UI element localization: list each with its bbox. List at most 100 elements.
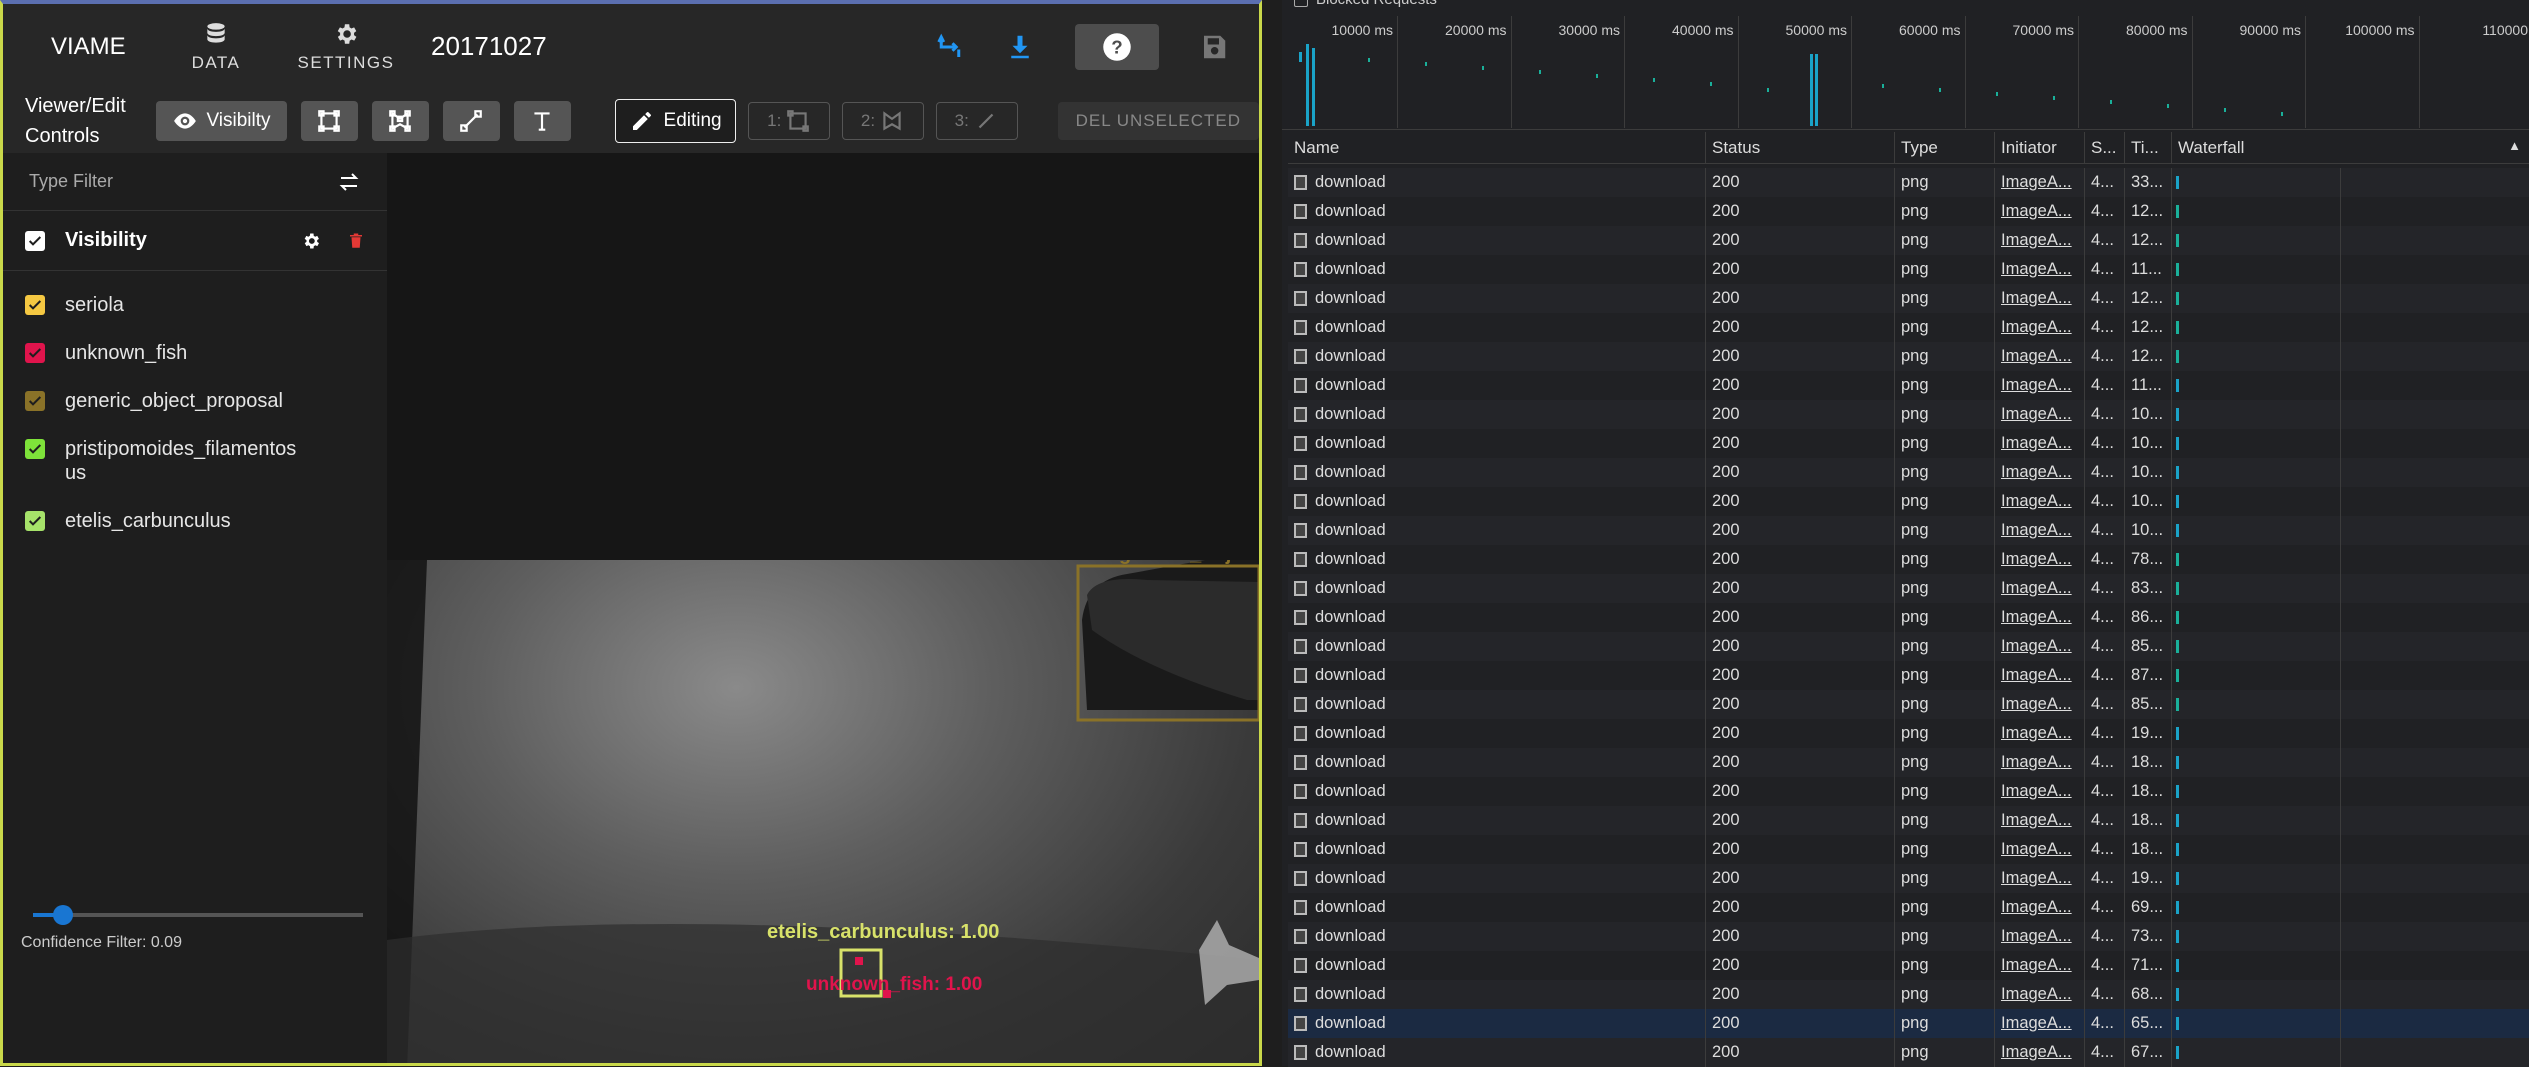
request-initiator[interactable]: ImageA... — [1995, 545, 2085, 574]
network-request-row[interactable]: download 200 png ImageA... 4... 11... — [1288, 371, 2529, 400]
request-initiator[interactable]: ImageA... — [1995, 1038, 2085, 1067]
network-request-row[interactable]: download 200 png ImageA... 4... 69... — [1288, 893, 2529, 922]
request-initiator[interactable]: ImageA... — [1995, 197, 2085, 226]
col-type[interactable]: Type — [1895, 132, 1995, 163]
request-initiator[interactable]: ImageA... — [1995, 284, 2085, 313]
request-initiator[interactable]: ImageA... — [1995, 690, 2085, 719]
confidence-slider[interactable] — [33, 905, 363, 925]
visibility-button[interactable]: Visibilty — [155, 101, 287, 141]
network-request-row[interactable]: download 200 png ImageA... 4... 18... — [1288, 806, 2529, 835]
trash-icon[interactable] — [347, 231, 365, 251]
request-initiator[interactable]: ImageA... — [1995, 371, 2085, 400]
visibility-all-checkbox[interactable] — [25, 230, 45, 251]
network-request-row[interactable]: download 200 png ImageA... 4... 85... — [1288, 690, 2529, 719]
type-item-generic-object-proposal[interactable]: generic_object_proposal — [3, 377, 387, 425]
polygon-tool-button[interactable] — [371, 101, 429, 141]
help-button[interactable]: ? — [1075, 24, 1159, 70]
request-initiator[interactable]: ImageA... — [1995, 661, 2085, 690]
request-initiator[interactable]: ImageA... — [1995, 400, 2085, 429]
network-request-row[interactable]: download 200 png ImageA... 4... 10... — [1288, 487, 2529, 516]
col-name[interactable]: Name — [1288, 132, 1706, 163]
mode3-line-button[interactable]: 3: — [935, 102, 1018, 140]
col-initiator[interactable]: Initiator — [1995, 132, 2085, 163]
type-checkbox[interactable] — [25, 295, 45, 315]
network-request-row[interactable]: download 200 png ImageA... 4... 65... — [1288, 1009, 2529, 1038]
network-request-row[interactable]: download 200 png ImageA... 4... 10... — [1288, 400, 2529, 429]
gear-icon[interactable] — [301, 231, 321, 251]
download-icon[interactable] — [1005, 32, 1035, 62]
text-tool-button[interactable] — [513, 101, 571, 141]
network-request-row[interactable]: download 200 png ImageA... 4... 12... — [1288, 313, 2529, 342]
type-item-pristipomoides[interactable]: pristipomoides_filamentosus — [3, 425, 387, 497]
network-request-row[interactable]: download 200 png ImageA... 4... 10... — [1288, 516, 2529, 545]
request-initiator[interactable]: ImageA... — [1995, 168, 2085, 197]
network-request-row[interactable]: download 200 png ImageA... 4... 73... — [1288, 922, 2529, 951]
network-request-row[interactable]: download 200 png ImageA... 4... 83... — [1288, 574, 2529, 603]
network-request-row[interactable]: download 200 png ImageA... 4... 86... — [1288, 603, 2529, 632]
delete-unselected-button[interactable]: DEL UNSELECTED — [1057, 102, 1259, 140]
col-time[interactable]: Ti... — [2125, 132, 2172, 163]
request-initiator[interactable]: ImageA... — [1995, 574, 2085, 603]
network-request-row[interactable]: download 200 png ImageA... 4... 87... — [1288, 661, 2529, 690]
type-checkbox[interactable] — [25, 511, 45, 531]
request-initiator[interactable]: ImageA... — [1995, 487, 2085, 516]
col-size[interactable]: S... — [2085, 132, 2125, 163]
network-request-row[interactable]: download 200 png ImageA... 4... 18... — [1288, 748, 2529, 777]
network-request-row[interactable]: download 200 png ImageA... 4... 19... — [1288, 864, 2529, 893]
request-initiator[interactable]: ImageA... — [1995, 342, 2085, 371]
network-request-row[interactable]: download 200 png ImageA... 4... 18... — [1288, 777, 2529, 806]
network-request-row[interactable]: download 200 png ImageA... 4... 71... — [1288, 951, 2529, 980]
editing-button[interactable]: Editing — [614, 99, 737, 143]
save-icon[interactable] — [1199, 32, 1229, 62]
request-initiator[interactable]: ImageA... — [1995, 516, 2085, 545]
network-request-row[interactable]: download 200 png ImageA... 4... 18... — [1288, 835, 2529, 864]
network-request-row[interactable]: download 200 png ImageA... 4... 33... — [1288, 168, 2529, 197]
nav-settings-button[interactable]: SETTINGS — [281, 21, 411, 73]
annotation-viewer[interactable]: generic_object etelis_carbunculus: 1.00 … — [387, 153, 1259, 1063]
network-request-row[interactable]: download 200 png ImageA... 4... 78... — [1288, 545, 2529, 574]
request-initiator[interactable]: ImageA... — [1995, 777, 2085, 806]
request-initiator[interactable]: ImageA... — [1995, 806, 2085, 835]
swap-icon[interactable] — [935, 32, 965, 62]
request-initiator[interactable]: ImageA... — [1995, 922, 2085, 951]
request-initiator[interactable]: ImageA... — [1995, 458, 2085, 487]
type-item-unknown-fish[interactable]: unknown_fish — [3, 329, 387, 377]
request-initiator[interactable]: ImageA... — [1995, 864, 2085, 893]
network-request-row[interactable]: download 200 png ImageA... 4... 67... — [1288, 1038, 2529, 1067]
request-initiator[interactable]: ImageA... — [1995, 603, 2085, 632]
type-checkbox[interactable] — [25, 439, 45, 459]
rectangle-tool-button[interactable] — [300, 101, 358, 141]
type-item-seriola[interactable]: seriola — [3, 281, 387, 329]
type-item-etelis-carbunculus[interactable]: etelis_carbunculus — [3, 497, 387, 545]
mode2-polygon-button[interactable]: 2: — [842, 102, 924, 140]
request-initiator[interactable]: ImageA... — [1995, 951, 2085, 980]
request-initiator[interactable]: ImageA... — [1995, 255, 2085, 284]
request-initiator[interactable]: ImageA... — [1995, 980, 2085, 1009]
request-initiator[interactable]: ImageA... — [1995, 313, 2085, 342]
type-checkbox[interactable] — [25, 343, 45, 363]
network-request-row[interactable]: download 200 png ImageA... 4... 10... — [1288, 429, 2529, 458]
confidence-slider-knob[interactable] — [52, 905, 73, 925]
nav-data-button[interactable]: DATA — [151, 21, 281, 73]
line-tool-button[interactable] — [442, 101, 500, 141]
network-request-row[interactable]: download 200 png ImageA... 4... 10... — [1288, 458, 2529, 487]
request-initiator[interactable]: ImageA... — [1995, 835, 2085, 864]
network-request-row[interactable]: download 200 png ImageA... 4... 12... — [1288, 284, 2529, 313]
request-initiator[interactable]: ImageA... — [1995, 748, 2085, 777]
col-waterfall[interactable]: Waterfall ▲ — [2172, 132, 2529, 163]
frame-image[interactable]: generic_object etelis_carbunculus: 1.00 … — [387, 543, 1259, 1063]
swap-horizontal-icon[interactable] — [337, 170, 361, 194]
request-initiator[interactable]: ImageA... — [1995, 429, 2085, 458]
request-initiator[interactable]: ImageA... — [1995, 226, 2085, 255]
network-request-row[interactable]: download 200 png ImageA... 4... 11... — [1288, 255, 2529, 284]
network-timeline[interactable]: Blocked Requests 10000 ms20000 ms30000 m… — [1282, 0, 2529, 130]
request-initiator[interactable]: ImageA... — [1995, 719, 2085, 748]
type-checkbox[interactable] — [25, 391, 45, 411]
col-status[interactable]: Status — [1706, 132, 1895, 163]
brand-title[interactable]: VIAME — [51, 33, 151, 61]
request-initiator[interactable]: ImageA... — [1995, 632, 2085, 661]
network-request-row[interactable]: download 200 png ImageA... 4... 85... — [1288, 632, 2529, 661]
network-request-row[interactable]: download 200 png ImageA... 4... 12... — [1288, 342, 2529, 371]
network-request-row[interactable]: download 200 png ImageA... 4... 12... — [1288, 226, 2529, 255]
request-initiator[interactable]: ImageA... — [1995, 1009, 2085, 1038]
